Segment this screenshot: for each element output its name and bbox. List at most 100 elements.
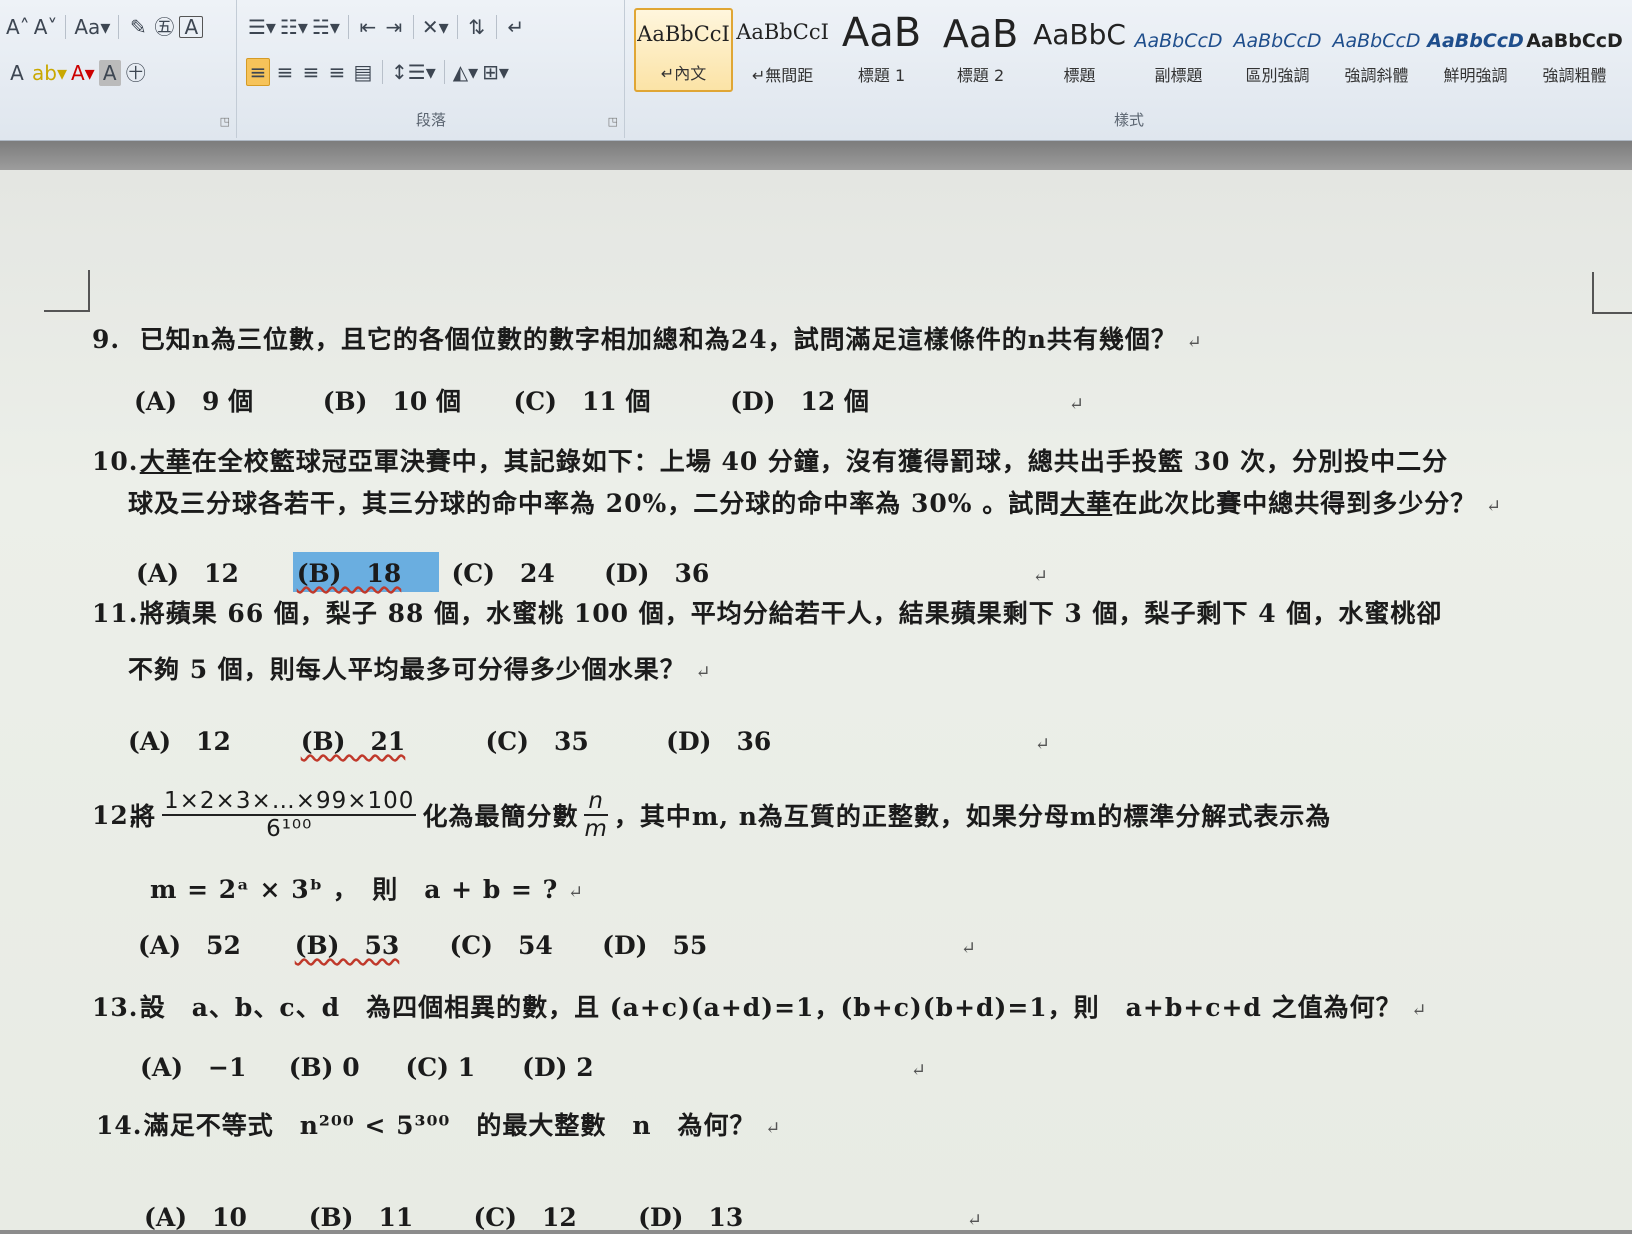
paragraph-mark-icon: ↵ <box>1032 566 1048 587</box>
question-12-options: (A) 52 (B) 53 (C) 54 (D) 55 ↵ <box>138 926 976 962</box>
option: (C) 11 個 <box>513 387 651 416</box>
question-10-line2: 球及三分球各若干，其三分球的命中率為 20%，二分球的命中率為 30% 。試問大… <box>128 489 1503 518</box>
align-center-icon[interactable]: ≡ <box>274 59 296 85</box>
name-underlined: 大華 <box>139 447 192 476</box>
text-effect-icon[interactable]: A <box>6 60 28 86</box>
option: (D) 55 <box>602 931 708 960</box>
option: (A) −1 <box>140 1053 247 1082</box>
option: (B) 53 <box>294 931 400 960</box>
show-marks-icon[interactable]: ↵ <box>505 14 527 40</box>
question-9: 9. 已知n為三位數，且它的各個位數的數字相加總和為24，試問滿足這樣條件的n共… <box>92 325 1203 354</box>
asian-layout-icon[interactable]: ✕▾ <box>422 14 449 40</box>
decrease-indent-icon[interactable]: ⇤ <box>357 14 379 40</box>
option: (A) 9 個 <box>134 387 254 416</box>
style-strong[interactable]: AaBbCcD 強調粗體 <box>1525 8 1624 92</box>
multilevel-list-icon[interactable]: ☵▾ <box>312 14 340 40</box>
question-13-options: (A) −1 (B) 0 (C) 1 (D) 2 ↵ <box>140 1048 926 1084</box>
paragraph-mark-icon: ↵ <box>1485 496 1503 517</box>
crop-mark-left <box>44 270 90 312</box>
question-9-text: 已知n為三位數，且它的各個位數的數字相加總和為24，試問滿足這樣條件的n共有幾個… <box>139 325 1177 354</box>
paragraph-mark-icon: ↵ <box>695 662 712 683</box>
justify-icon[interactable]: ≡ <box>326 59 348 85</box>
question-11-line1: 將蘋果 66 個，梨子 88 個，水蜜桃 100 個，平均分給若干人，結果蘋果剩… <box>139 599 1443 628</box>
font-color-icon[interactable]: A▾ <box>71 60 95 86</box>
paragraph-mark-icon: ↵ <box>568 882 585 903</box>
option: (D) 36 <box>666 727 772 756</box>
style-intense-emphasis[interactable]: AaBbCcD 鮮明強調 <box>1426 8 1525 92</box>
increase-indent-icon[interactable]: ⇥ <box>383 14 405 40</box>
style-title[interactable]: AaBbC 標題 <box>1030 8 1129 92</box>
shading-icon[interactable]: ◭▾ <box>453 59 478 85</box>
option: (C) 1 <box>405 1053 476 1082</box>
ruler-gap <box>0 141 1632 173</box>
question-14-text: 滿足不等式 n²⁰⁰ < 5³⁰⁰ 的最大整數 n 為何？ <box>143 1111 756 1140</box>
distributed-icon[interactable]: ▤ <box>352 59 374 85</box>
borders-icon[interactable]: ⊞▾ <box>482 59 509 85</box>
style-emphasis[interactable]: AaBbCcD 強調斜體 <box>1327 8 1426 92</box>
option: (B) 0 <box>288 1053 360 1082</box>
document-page[interactable]: 9. 已知n為三位數，且它的各個位數的數字相加總和為24，試問滿足這樣條件的n共… <box>0 170 1632 1232</box>
question-12-line2: m = 2ᵃ × 3ᵇ ， 則 a + b = ? ↵ <box>150 875 585 904</box>
shrink-font-icon[interactable]: A˅ <box>34 14 58 40</box>
paragraph-mark-icon: ↵ <box>966 1210 982 1231</box>
option: (D) 2 <box>522 1053 594 1082</box>
phonetic-guide-icon[interactable]: ㊄ <box>153 14 175 40</box>
option: (A) 12 <box>128 727 231 756</box>
font-group: A˄ A˅ Aa▾ ✎ ㊄ A A ab▾ A▾ A ㊉ ◳ <box>0 0 237 138</box>
char-shading-icon[interactable]: A <box>98 60 121 86</box>
align-right-icon[interactable]: ≡ <box>300 59 322 85</box>
option-selected[interactable]: (B) 18 <box>292 552 439 592</box>
bullets-icon[interactable]: ☰▾ <box>248 14 276 40</box>
option: (D) 36 <box>604 559 710 588</box>
question-12: 12. 將 1×2×3×…×99×100 6¹⁰⁰ 化為最簡分數 n m ，其中… <box>92 788 1332 842</box>
paragraph-mark-icon: ↵ <box>1186 332 1203 353</box>
question-11-line2: 不夠 5 個，則每人平均最多可分得多少個水果？ ↵ <box>128 655 712 684</box>
sort-icon[interactable]: ⇅ <box>466 14 488 40</box>
paragraph-mark-icon: ↵ <box>765 1118 782 1139</box>
option: (D) 12 個 <box>730 387 869 416</box>
align-left-icon[interactable]: ≡ <box>246 58 270 86</box>
paragraph-group-label: 段落 <box>415 111 446 129</box>
question-11-options: (A) 12 (B) 21 (C) 35 (D) 36 ↵ <box>128 722 1050 758</box>
ribbon: A˄ A˅ Aa▾ ✎ ㊄ A A ab▾ A▾ A ㊉ ◳ ☰▾ ☷▾ ☵▾ … <box>0 0 1632 141</box>
char-border-icon[interactable]: A <box>179 16 204 38</box>
style-heading-1[interactable]: AaB 標題 1 <box>832 8 931 92</box>
clear-format-icon[interactable]: ✎ <box>127 14 149 40</box>
change-case-icon[interactable]: Aa▾ <box>74 14 110 40</box>
paragraph-mark-icon: ↵ <box>1034 734 1050 755</box>
question-10-line1: 在全校籃球冠亞軍決賽中，其記錄如下：上場 40 分鐘，沒有獲得罰球，總共出手投籃… <box>191 447 1449 476</box>
highlight-icon[interactable]: ab▾ <box>32 60 67 86</box>
paragraph-mark-icon: ↵ <box>1068 394 1084 415</box>
styles-group-label: 樣式 <box>1113 111 1144 129</box>
question-14: 14. 滿足不等式 n²⁰⁰ < 5³⁰⁰ 的最大整數 n 為何？ ↵ <box>96 1111 782 1140</box>
paragraph-dialog-launcher-icon[interactable]: ◳ <box>608 115 618 128</box>
crop-mark-right <box>1592 272 1632 314</box>
paragraph-mark-icon: ↵ <box>960 938 976 959</box>
line-spacing-icon[interactable]: ↕☰▾ <box>391 59 436 85</box>
fraction-product: 1×2×3×…×99×100 6¹⁰⁰ <box>162 788 417 842</box>
question-10: 10. 大華在全校籃球冠亞軍決賽中，其記錄如下：上場 40 分鐘，沒有獲得罰球，… <box>92 447 1449 476</box>
option: (A) 12 <box>136 559 239 588</box>
style-normal[interactable]: AaBbCcI ↵內文 <box>634 8 734 92</box>
enclose-char-icon[interactable]: ㊉ <box>125 60 147 86</box>
question-11: 11. 將蘋果 66 個，梨子 88 個，水蜜桃 100 個，平均分給若干人，結… <box>92 599 1443 628</box>
paragraph-mark-icon: ↵ <box>1411 1000 1428 1021</box>
fraction-n-over-m: n m <box>584 788 608 842</box>
style-subtle-emphasis[interactable]: AaBbCcD 區別強調 <box>1228 8 1327 92</box>
style-gallery: AaBbCcI ↵內文 AaBbCcI ↵無間距 AaB 標題 1 AaB 標題… <box>634 8 1624 98</box>
option: (C) 24 <box>451 559 555 588</box>
option: (A) 10 <box>144 1203 247 1232</box>
option: (B) 11 <box>308 1203 414 1232</box>
style-subtitle[interactable]: AaBbCcD 副標題 <box>1129 8 1228 92</box>
option: (A) 52 <box>138 931 241 960</box>
option: (B) 21 <box>300 727 406 756</box>
font-dialog-launcher-icon[interactable]: ◳ <box>220 115 230 128</box>
question-13-text: 設 a、b、c、d 為四個相異的數，且 (a+c)(a+d)=1，(b+c)(b… <box>139 993 1402 1022</box>
numbering-icon[interactable]: ☷▾ <box>280 14 308 40</box>
question-13: 13. 設 a、b、c、d 為四個相異的數，且 (a+c)(a+d)=1，(b+… <box>92 993 1428 1022</box>
style-heading-2[interactable]: AaB 標題 2 <box>931 8 1030 92</box>
grow-font-icon[interactable]: A˄ <box>6 14 30 40</box>
question-10-options: (A) 12 (B) 18 (C) 24 (D) 36 ↵ <box>136 552 1048 592</box>
style-no-spacing[interactable]: AaBbCcI ↵無間距 <box>733 8 832 92</box>
question-9-options: (A) 9 個 (B) 10 個 (C) 11 個 (D) 12 個 ↵ <box>134 382 1084 418</box>
